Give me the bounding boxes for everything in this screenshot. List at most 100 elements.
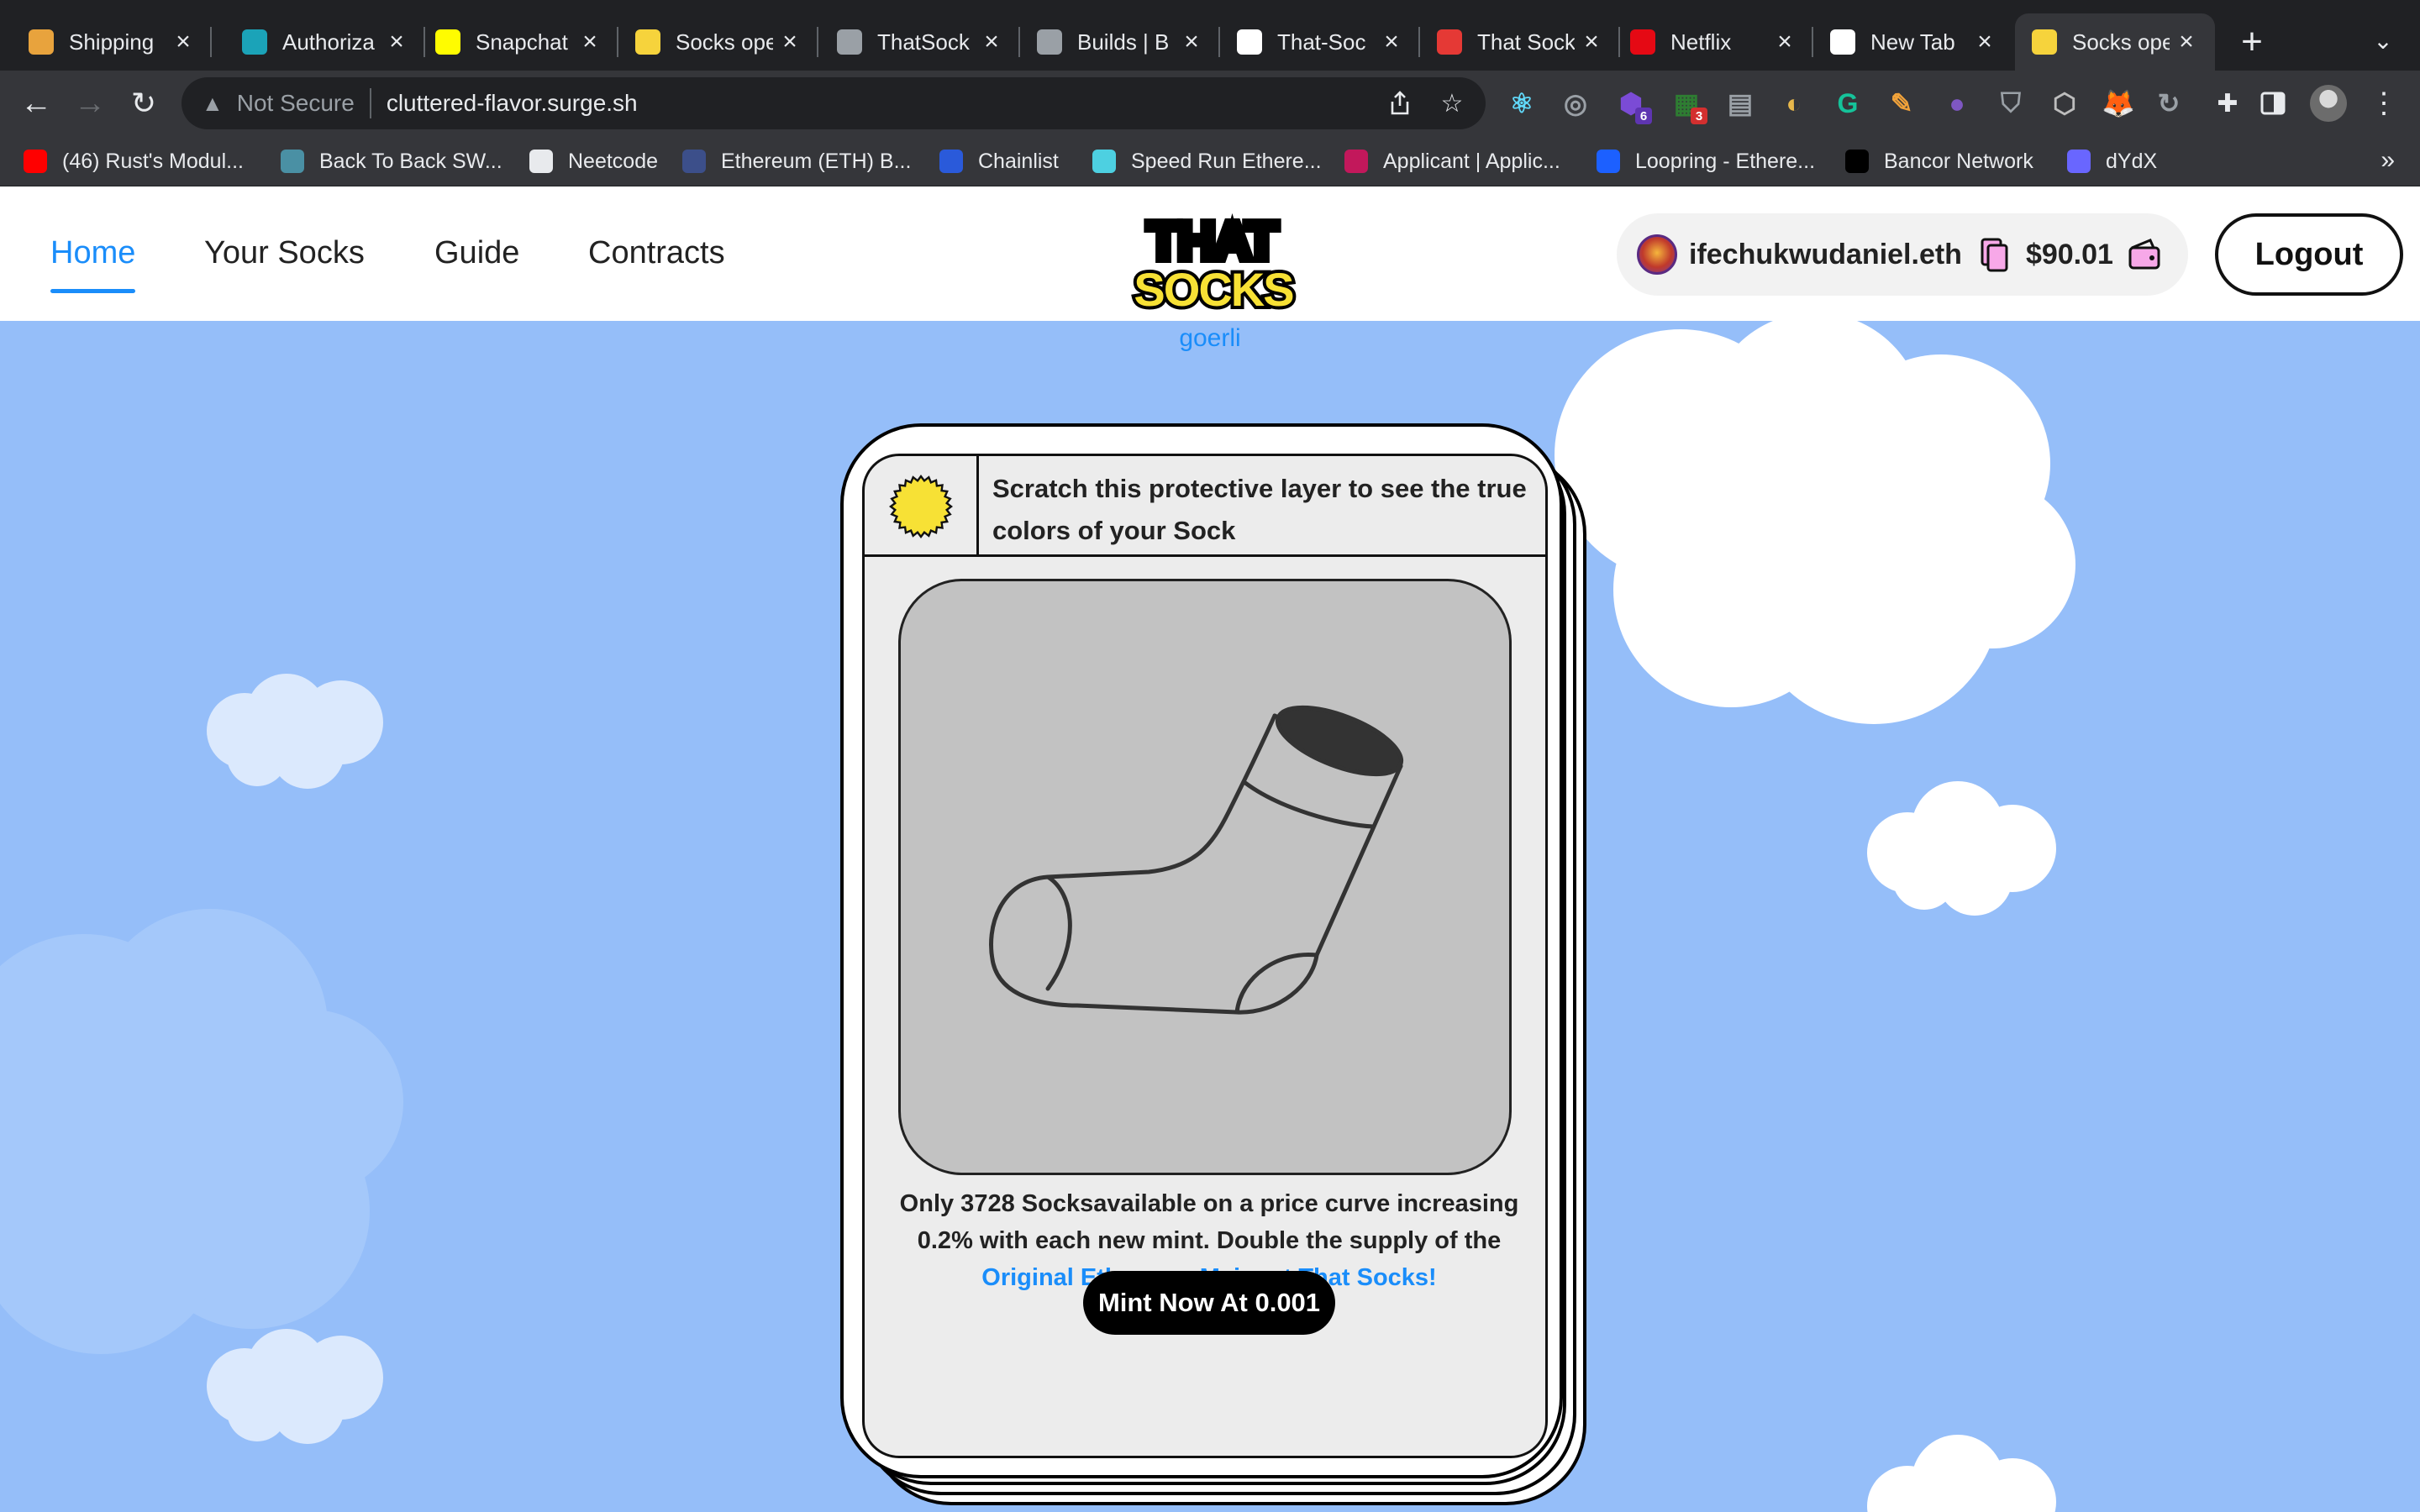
bookmark-item[interactable]: Ethereum (ETH) B... — [682, 146, 911, 176]
ghost-ext-icon[interactable]: ● — [1941, 87, 1973, 119]
bancor-icon — [1845, 150, 1869, 173]
metamask-fox-icon[interactable]: 🦊 — [2102, 87, 2135, 119]
tab-search-chevron-icon[interactable]: ⌄ — [2365, 22, 2402, 59]
bookmark-item[interactable]: dYdX — [2067, 146, 2157, 176]
edit-ext-icon[interactable]: ✎ — [1886, 87, 1918, 119]
applicant-icon — [1344, 150, 1368, 173]
browser-tab[interactable]: That-Soc × — [1220, 13, 1420, 71]
sock-icon — [1437, 29, 1462, 55]
close-tab-icon[interactable]: × — [578, 28, 602, 55]
bookmark-item[interactable]: Back To Back SW... — [281, 146, 502, 176]
socks-icon — [2032, 29, 2057, 55]
browser-tab[interactable]: New Tab × — [1813, 13, 2013, 71]
extension-badge-count: 6 — [1635, 108, 1652, 124]
browser-tab-strip: Shipping × Authoriza × Snapchat × Socks ope × Th… — [0, 0, 2420, 71]
url-text[interactable]: cluttered-flavor.surge.sh — [387, 90, 638, 117]
github-icon — [1237, 29, 1262, 55]
wolf-ext-icon[interactable]: ◐ — [1778, 87, 1810, 119]
shield-ext-icon[interactable]: ⛉ — [1995, 87, 2027, 119]
bookmarks-overflow-button[interactable]: » — [2381, 146, 2395, 175]
copy-icon[interactable] — [1977, 236, 2011, 273]
crane-icon — [29, 29, 54, 55]
bookmark-star-icon[interactable]: ☆ — [1437, 88, 1467, 118]
moon-icon — [682, 150, 706, 173]
card-header: Scratch this protective layer to see the… — [865, 456, 1545, 557]
close-tab-icon[interactable]: × — [778, 28, 802, 55]
extension-badge-count: 3 — [1691, 108, 1707, 124]
forward-arrow-icon[interactable]: → — [69, 82, 111, 124]
tab-title: That Sock — [1477, 29, 1575, 55]
bookmark-item[interactable]: (46) Rust's Modul... — [24, 146, 244, 176]
logout-button[interactable]: Logout — [2215, 213, 2403, 296]
runner-icon — [1092, 150, 1116, 173]
bookmark-item[interactable]: Loopring - Ethere... — [1597, 146, 1815, 176]
link-ext-icon[interactable]: ↻ — [2153, 87, 2185, 119]
sun-badge-cell — [865, 456, 979, 557]
polygon-ext-icon[interactable]: ⬢ 6 — [1615, 87, 1652, 124]
close-tab-icon[interactable]: × — [2175, 28, 2198, 55]
extensions-puzzle-icon[interactable]: ✚ — [2207, 82, 2249, 124]
profile-avatar[interactable] — [2307, 82, 2349, 124]
bookmark-item[interactable]: Neetcode — [529, 146, 658, 176]
browser-tab[interactable]: Socks ope × — [618, 13, 818, 71]
grid-ext-icon[interactable]: ▦ 3 — [1670, 87, 1707, 124]
chrome-menu-icon[interactable]: ⋮ — [2363, 82, 2405, 124]
chainlist-icon — [939, 150, 963, 173]
grammarly-icon[interactable]: G — [1832, 87, 1864, 119]
bookmark-item[interactable]: Bancor Network — [1845, 146, 2033, 176]
close-tab-icon[interactable]: × — [171, 28, 195, 55]
reload-icon[interactable]: ↻ — [123, 82, 165, 124]
film-ext-icon[interactable]: ▤ — [1724, 87, 1756, 119]
mint-card-body: Scratch this protective layer to see the… — [862, 454, 1548, 1458]
browser-tab[interactable]: Authoriza × — [225, 13, 425, 71]
browser-tab[interactable]: Builds | B × — [1020, 13, 1220, 71]
bookmark-label: (46) Rust's Modul... — [62, 149, 244, 173]
tab-title: New Tab — [1870, 29, 1955, 55]
close-tab-icon[interactable]: × — [1773, 28, 1797, 55]
browser-tab[interactable]: Snapchat × — [418, 13, 618, 71]
bookmark-item[interactable]: Speed Run Ethere... — [1092, 146, 1322, 176]
browser-tab[interactable]: Netflix × — [1613, 13, 1813, 71]
browser-tab[interactable]: Socks ope × — [2015, 13, 2215, 71]
back-arrow-icon[interactable]: ← — [15, 82, 57, 124]
nav-contracts[interactable]: Contracts — [588, 235, 725, 271]
browser-tab[interactable]: That Sock × — [1420, 13, 1620, 71]
security-status[interactable]: Not Secure — [237, 90, 355, 117]
close-tab-icon[interactable]: × — [1580, 28, 1603, 55]
account-pill[interactable]: ifechukwudaniel.eth $90.01 — [1617, 213, 2188, 296]
bookmark-label: Applicant | Applic... — [1383, 149, 1560, 173]
browser-tab[interactable]: ThatSock × — [820, 13, 1020, 71]
that-socks-logo[interactable]: THAT THAT SOCKS — [1107, 207, 1316, 316]
target-icon[interactable]: ◎ — [1560, 87, 1591, 119]
bookmark-icon — [281, 150, 304, 173]
nav-your-socks[interactable]: Your Socks — [204, 235, 365, 271]
close-tab-icon[interactable]: × — [980, 28, 1003, 55]
cloud-decoration — [207, 1329, 383, 1444]
side-panel-icon[interactable] — [2252, 82, 2294, 124]
sock-icon — [989, 705, 1404, 1015]
address-bar[interactable]: ▲ Not Secure cluttered-flavor.surge.sh ☆ — [182, 77, 1486, 129]
ens-name[interactable]: ifechukwudaniel.eth — [1689, 239, 1962, 271]
mint-button[interactable]: Mint Now At 0.001 — [1083, 1271, 1335, 1335]
bookmark-label: Loopring - Ethere... — [1635, 149, 1816, 173]
share-icon[interactable] — [1385, 88, 1415, 118]
nav-guide[interactable]: Guide — [434, 235, 519, 271]
cloud-decoration — [0, 909, 403, 1354]
sock-scratch-area[interactable] — [898, 579, 1512, 1175]
bookmark-item[interactable]: Applicant | Applic... — [1344, 146, 1560, 176]
tab-separator — [210, 27, 212, 57]
wallet-icon[interactable] — [2127, 238, 2162, 271]
dydx-icon — [2067, 150, 2091, 173]
nav-home[interactable]: Home — [50, 235, 136, 293]
bookmark-item[interactable]: Chainlist — [939, 146, 1059, 176]
close-tab-icon[interactable]: × — [385, 28, 408, 55]
tab-title: Socks ope — [676, 29, 773, 55]
close-tab-icon[interactable]: × — [1380, 28, 1403, 55]
close-tab-icon[interactable]: × — [1180, 28, 1203, 55]
close-tab-icon[interactable]: × — [1973, 28, 1996, 55]
new-tab-button[interactable]: + — [2230, 20, 2274, 64]
browser-tab[interactable]: Shipping × — [12, 13, 212, 71]
cloud-decoration — [1867, 781, 2056, 916]
react-devtools-icon[interactable]: ⚛ — [1506, 87, 1538, 119]
cube-ext-icon[interactable]: ⬡ — [2049, 87, 2081, 119]
